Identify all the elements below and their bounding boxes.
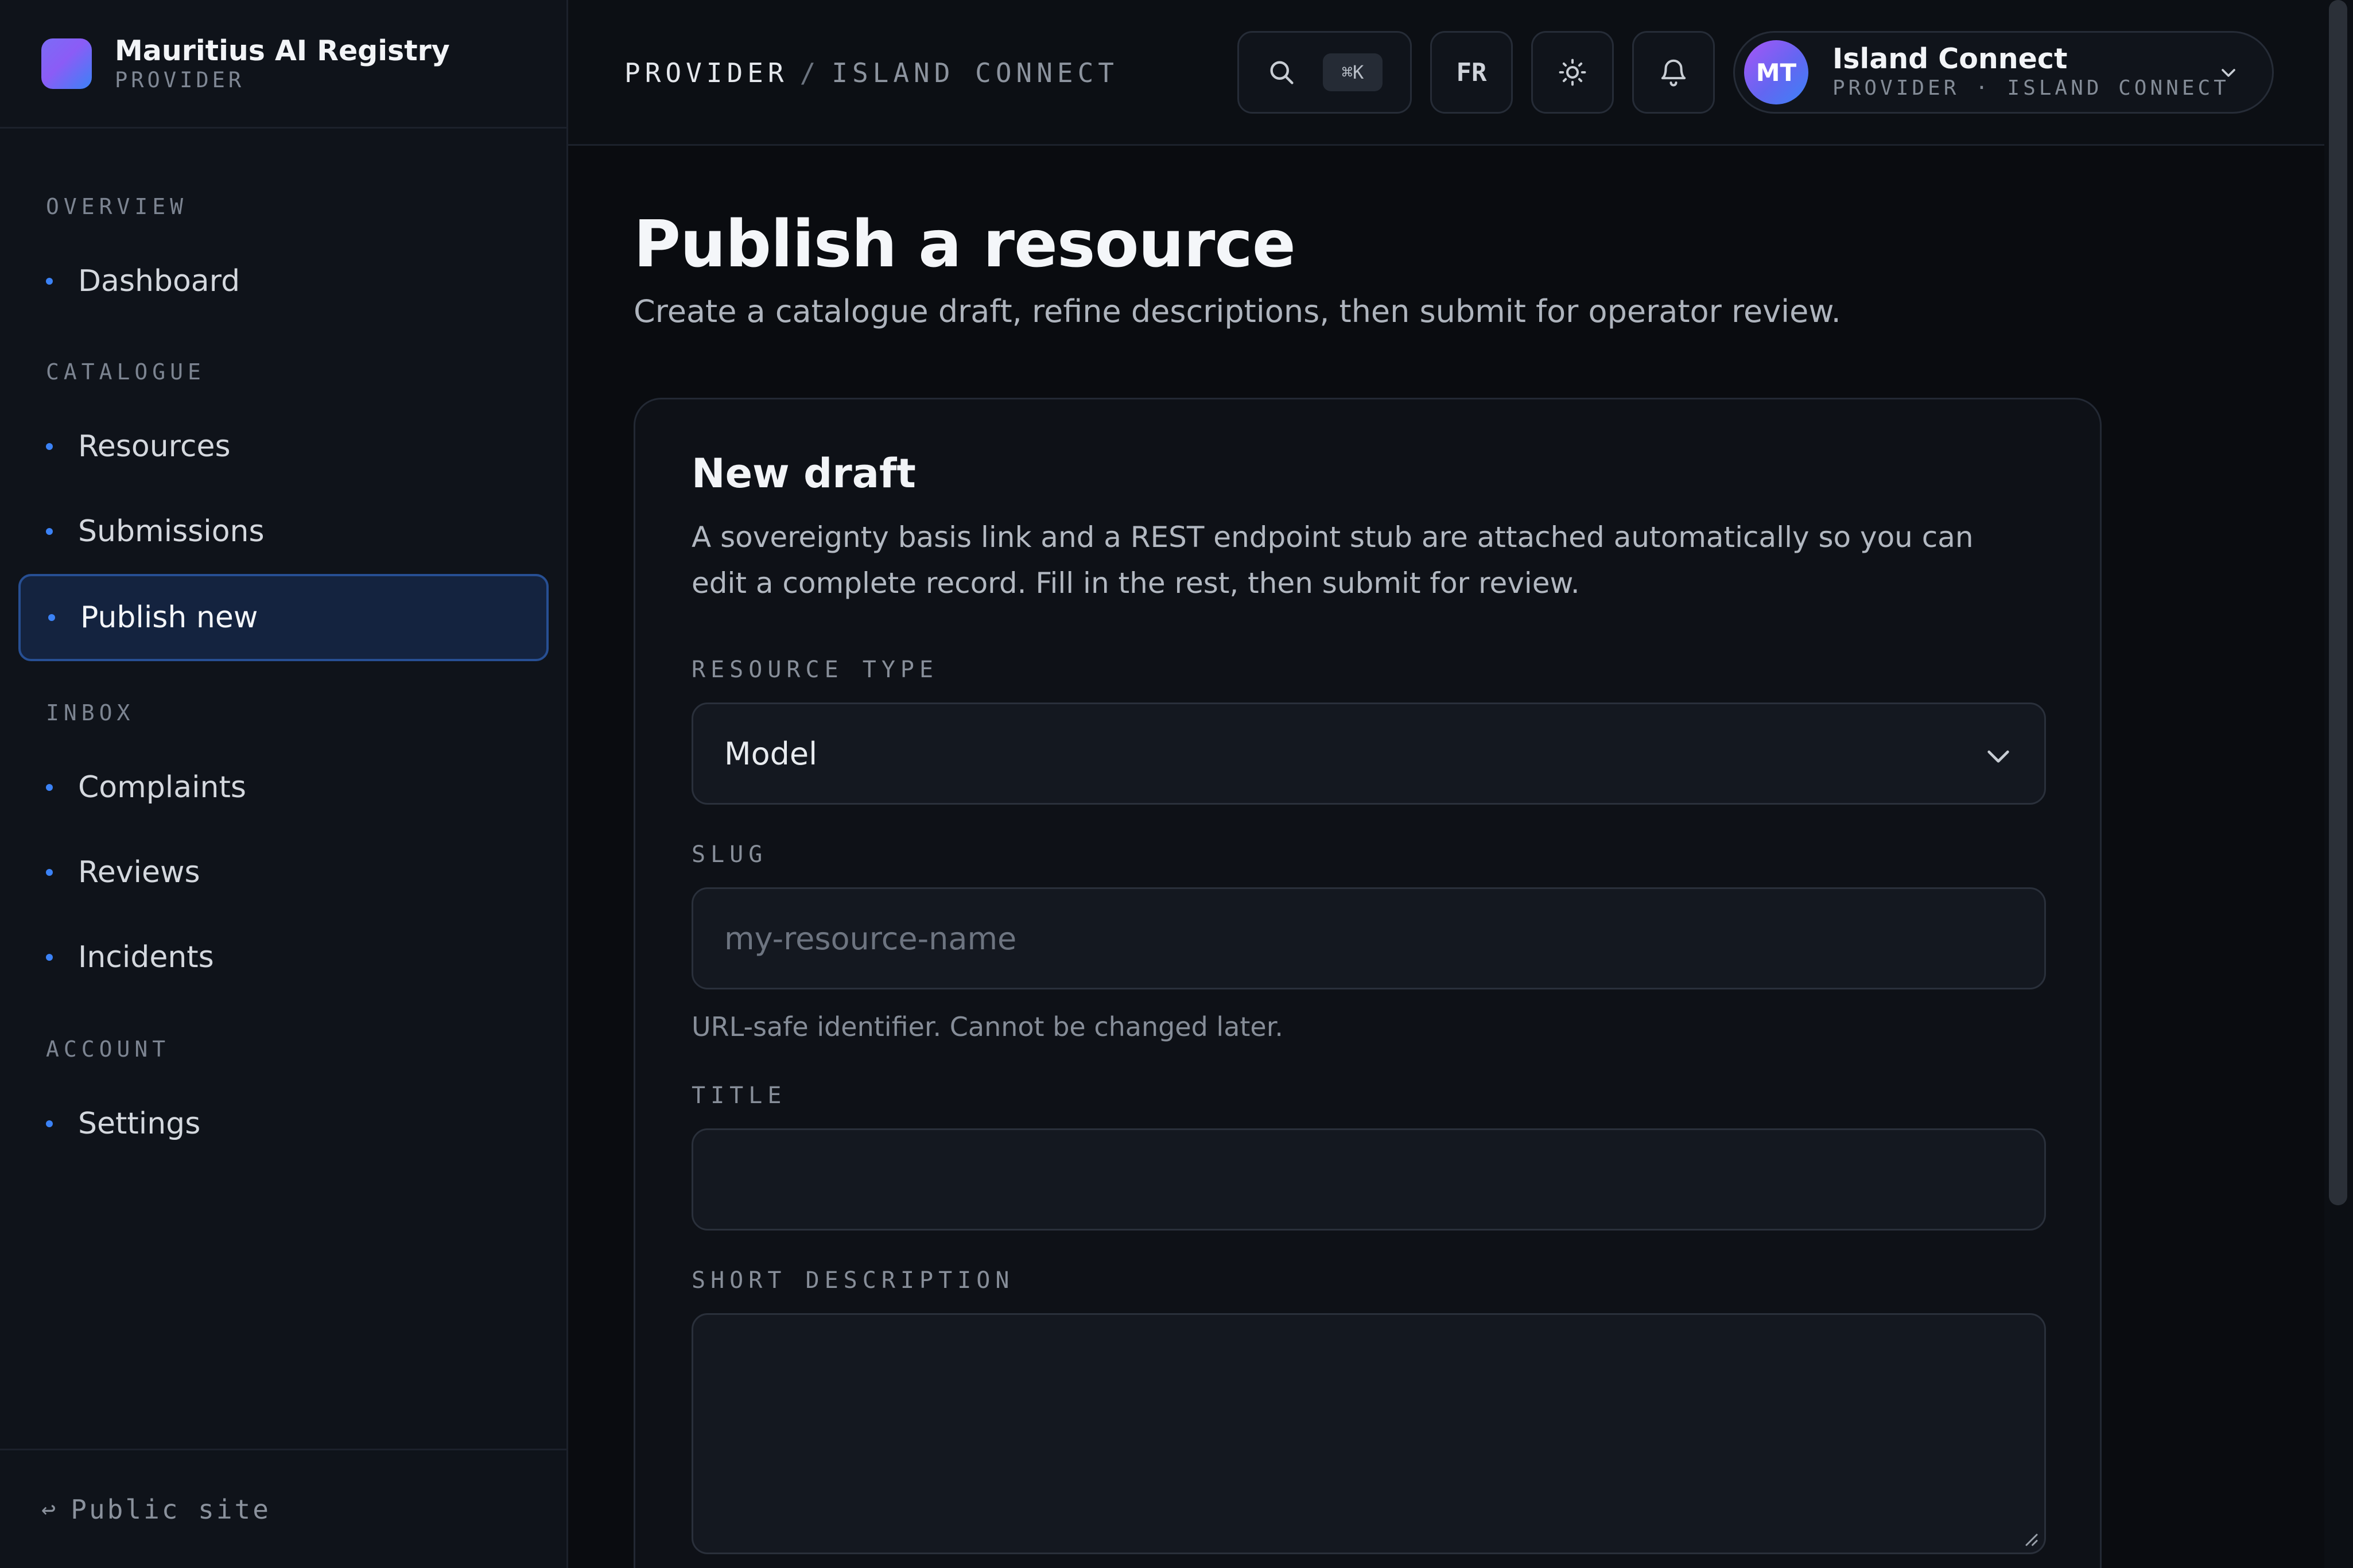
sidebar-item-label: Settings [78, 1107, 201, 1141]
public-site-label: Public site [71, 1493, 271, 1525]
brand-name: Mauritius AI Registry [115, 34, 450, 67]
title-label: TITLE [692, 1082, 787, 1109]
avatar: MT [1744, 40, 1808, 104]
breadcrumb: PROVIDER / ISLAND CONNECT [624, 57, 1119, 88]
main-content: Publish a resource Create a catalogue dr… [568, 148, 2324, 1568]
shortcut-badge: ⌘K [1323, 53, 1383, 91]
sidebar-item-label: Dashboard [78, 264, 240, 298]
bullet-dot [46, 784, 53, 791]
nav-section-inbox: INBOX [46, 700, 135, 725]
nav-section-account: ACCOUNT [46, 1037, 170, 1062]
sidebar-item-label: Publish new [80, 600, 258, 635]
scrollbar-thumb[interactable] [2329, 0, 2347, 1205]
brand[interactable]: Mauritius AI Registry PROVIDER [0, 0, 566, 129]
page-description: Create a catalogue draft, refine descrip… [634, 293, 1841, 329]
nav-section-catalogue: CATALOGUE [46, 359, 205, 385]
search-button[interactable]: ⌘K [1237, 31, 1412, 114]
sidebar-item-label: Incidents [78, 940, 214, 975]
user-info: Island Connect PROVIDER · ISLAND CONNECT [1832, 43, 2230, 102]
chevron-down-icon [1987, 750, 2009, 763]
brand-text: Mauritius AI Registry PROVIDER [115, 34, 450, 93]
short-description-label: SHORT DESCRIPTION [692, 1267, 1015, 1294]
sidebar-item-settings[interactable]: Settings [18, 1080, 549, 1167]
topbar: PROVIDER / ISLAND CONNECT ⌘K FR MT Islan… [568, 0, 2324, 146]
breadcrumb-current: ISLAND CONNECT [832, 57, 1119, 88]
return-arrow-icon: ↩ [41, 1495, 59, 1523]
resource-type-label: RESOURCE TYPE [692, 657, 939, 683]
card-description: A sovereignty basis link and a REST endp… [692, 521, 1974, 600]
bullet-dot [46, 954, 53, 961]
search-icon [1270, 61, 1294, 84]
sidebar-item-dashboard[interactable]: Dashboard [18, 238, 549, 325]
sidebar-item-label: Complaints [78, 770, 246, 805]
bullet-dot [46, 278, 53, 285]
sidebar-item-reviews[interactable]: Reviews [18, 829, 549, 916]
new-draft-card: New draft A sovereignty basis link and a… [634, 398, 2102, 1568]
chevron-down-icon [2222, 69, 2235, 77]
sidebar-item-publish-new[interactable]: Publish new [18, 574, 549, 661]
user-menu-button[interactable]: MT Island Connect PROVIDER · ISLAND CONN… [1733, 31, 2274, 114]
slug-label: SLUG [692, 841, 768, 868]
resize-grip-icon[interactable] [2021, 1530, 2039, 1547]
title-input[interactable] [692, 1128, 2046, 1231]
sidebar-item-resources[interactable]: Resources [18, 403, 549, 490]
breadcrumb-provider[interactable]: PROVIDER [624, 57, 789, 88]
sidebar-item-submissions[interactable]: Submissions [18, 488, 549, 575]
sidebar-item-complaints[interactable]: Complaints [18, 744, 549, 831]
slug-input[interactable]: my-resource-name [692, 887, 2046, 989]
sun-icon [1559, 59, 1586, 86]
bullet-dot [46, 1120, 53, 1127]
page-title: Publish a resource [634, 207, 1296, 282]
sidebar-item-label: Submissions [78, 514, 265, 549]
breadcrumb-separator: / [799, 57, 821, 88]
sidebar-item-incidents[interactable]: Incidents [18, 914, 549, 1001]
nav-section-overview: OVERVIEW [46, 194, 188, 219]
notifications-button[interactable] [1632, 31, 1715, 114]
sidebar: Mauritius AI Registry PROVIDER OVERVIEW … [0, 0, 568, 1568]
sidebar-item-label: Resources [78, 429, 231, 464]
bullet-dot [46, 528, 53, 535]
user-subtitle: PROVIDER · ISLAND CONNECT [1832, 76, 2230, 100]
slug-hint: URL-safe identifier. Cannot be changed l… [692, 1011, 1284, 1042]
public-site-link[interactable]: ↩ Public site [0, 1449, 566, 1568]
bullet-dot [46, 869, 53, 876]
resource-type-select[interactable]: Model [692, 703, 2046, 805]
bell-icon [1661, 59, 1686, 87]
brand-logo [41, 38, 92, 89]
bullet-dot [48, 614, 55, 621]
theme-toggle-button[interactable] [1531, 31, 1614, 114]
language-toggle-button[interactable]: FR [1430, 31, 1513, 114]
bullet-dot [46, 443, 53, 450]
user-name: Island Connect [1832, 42, 2068, 75]
sidebar-item-label: Reviews [78, 855, 200, 890]
brand-role: PROVIDER [115, 67, 245, 92]
short-description-textarea[interactable] [692, 1313, 2046, 1554]
card-title: New draft [692, 450, 916, 497]
resource-type-value: Model [724, 735, 818, 772]
